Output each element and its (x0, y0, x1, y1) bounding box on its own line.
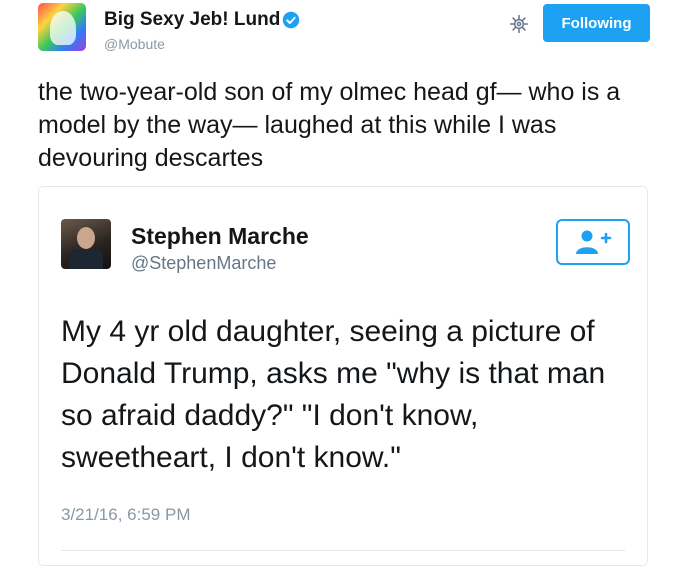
author-handle[interactable]: @Mobute (104, 36, 165, 52)
quoted-author-handle[interactable]: @StephenMarche (131, 253, 276, 274)
author-avatar[interactable] (38, 3, 86, 51)
tweet-text: the two-year-old son of my olmec head gf… (38, 78, 621, 172)
verified-badge-icon (282, 11, 300, 29)
avatar-figure (50, 11, 76, 45)
quoted-tweet-text: My 4 yr old daughter, seeing a picture o… (61, 315, 606, 474)
gear-icon[interactable] (509, 14, 529, 34)
quoted-tweet-card[interactable]: Stephen Marche @StephenMarche My 4 yr ol… (38, 186, 648, 566)
quoted-tweet-timestamp[interactable]: 3/21/16, 6:59 PM (61, 505, 190, 525)
follow-user-button[interactable] (556, 219, 630, 265)
avatar-body (69, 249, 103, 269)
quoted-author-display-name[interactable]: Stephen Marche (131, 223, 309, 250)
add-user-icon (576, 230, 612, 254)
following-button[interactable]: Following (543, 4, 650, 42)
card-divider (61, 550, 625, 551)
quoted-author-avatar[interactable] (61, 219, 111, 269)
author-display-name[interactable]: Big Sexy Jeb! Lund (104, 9, 280, 31)
avatar-face (77, 227, 95, 249)
